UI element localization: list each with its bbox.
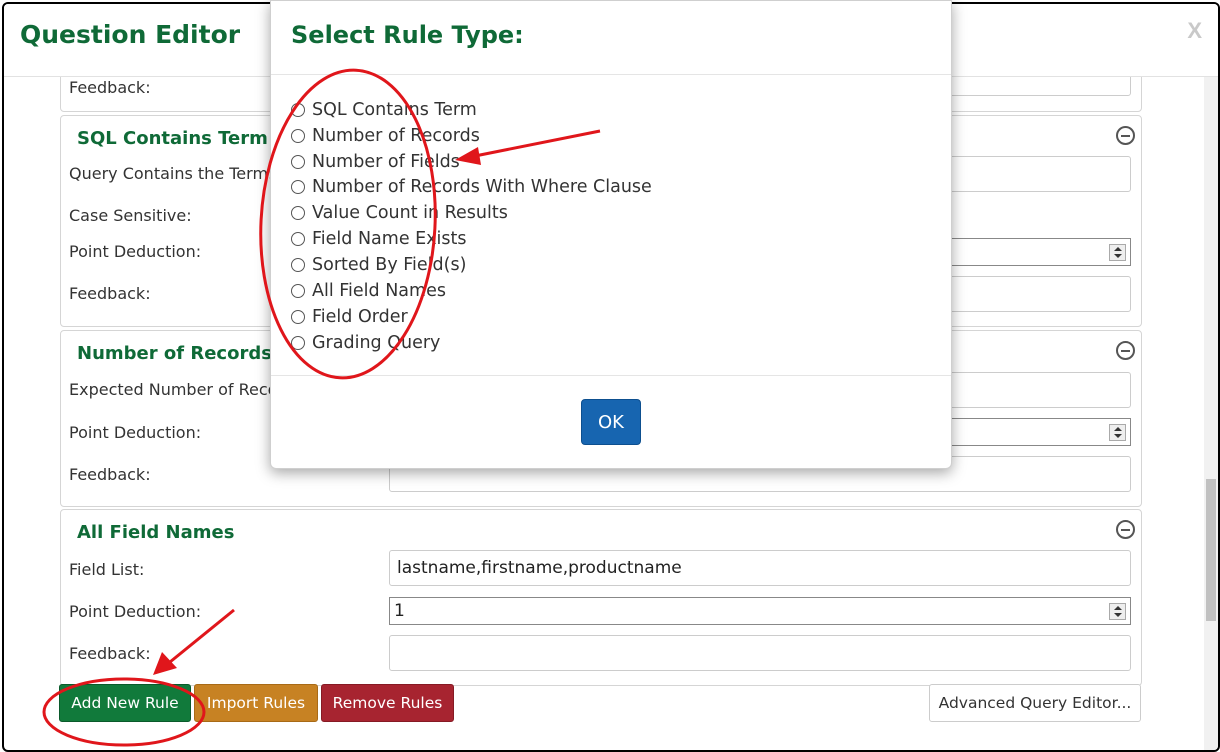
rule-option-sql-contains-term[interactable]: SQL Contains Term — [291, 99, 477, 121]
radio-button[interactable] — [291, 180, 305, 194]
feedback-label: Feedback: — [69, 644, 151, 663]
radio-button[interactable] — [291, 310, 305, 324]
rule-option-number-of-fields[interactable]: Number of Fields — [291, 151, 460, 173]
expected-records-label: Expected Number of Reco — [69, 380, 278, 399]
radio-button[interactable] — [291, 206, 305, 220]
import-rules-button[interactable]: Import Rules — [194, 684, 318, 722]
radio-button[interactable] — [291, 155, 305, 169]
rule-option-grading-query[interactable]: Grading Query — [291, 332, 440, 354]
remove-rules-button[interactable]: Remove Rules — [321, 684, 454, 722]
feedback-label: Feedback: — [69, 284, 151, 303]
radio-button[interactable] — [291, 284, 305, 298]
panel-title: Number of Records — [77, 343, 272, 364]
minus-circle-icon[interactable] — [1116, 126, 1135, 145]
vertical-scrollbar[interactable] — [1204, 77, 1218, 750]
select-rule-type-dialog: Select Rule Type: SQL Contains Term Numb… — [270, 0, 952, 469]
rule-option-value-count[interactable]: Value Count in Results — [291, 202, 508, 224]
point-deduction-label: Point Deduction: — [69, 602, 202, 621]
ok-button[interactable]: OK — [581, 399, 641, 445]
close-icon[interactable]: X — [1187, 18, 1202, 44]
option-label: Number of Records With Where Clause — [312, 177, 652, 197]
divider — [271, 375, 951, 376]
editor-title: Question Editor — [20, 20, 241, 49]
spinner-icon[interactable] — [1109, 603, 1126, 620]
option-label: Value Count in Results — [312, 203, 508, 223]
divider — [271, 74, 951, 75]
advanced-query-editor-button[interactable]: Advanced Query Editor... — [929, 684, 1141, 722]
minus-circle-icon[interactable] — [1116, 520, 1135, 539]
option-label: Field Order — [312, 307, 408, 327]
point-deduction-input[interactable]: 1 — [389, 597, 1131, 625]
point-deduction-label: Point Deduction: — [69, 242, 202, 261]
radio-button[interactable] — [291, 336, 305, 350]
spinner-icon[interactable] — [1109, 244, 1126, 261]
radio-button[interactable] — [291, 258, 305, 272]
field-list-input[interactable]: lastname,firstname,productname — [389, 550, 1131, 586]
panel-title: SQL Contains Term — [77, 128, 268, 149]
rule-option-all-field-names[interactable]: All Field Names — [291, 280, 446, 302]
option-label: Grading Query — [312, 333, 441, 353]
panel-title: All Field Names — [77, 522, 235, 543]
option-label: Sorted By Field(s) — [312, 255, 467, 275]
feedback-label: Feedback: — [69, 465, 151, 484]
field-list-label: Field List: — [69, 560, 145, 579]
rule-panel-all-field-names: All Field Names Field List: lastname,fir… — [60, 509, 1142, 686]
radio-button[interactable] — [291, 232, 305, 246]
case-sensitive-label: Case Sensitive: — [69, 206, 192, 225]
term-label: Query Contains the Term: — [69, 164, 274, 183]
option-label: SQL Contains Term — [312, 100, 477, 120]
rule-option-field-name-exists[interactable]: Field Name Exists — [291, 228, 467, 250]
feedback-input[interactable] — [389, 635, 1131, 671]
point-deduction-label: Point Deduction: — [69, 423, 202, 442]
point-deduction-value: 1 — [394, 601, 405, 621]
rule-option-number-of-records[interactable]: Number of Records — [291, 125, 480, 147]
scrollbar-thumb[interactable] — [1206, 479, 1216, 621]
rule-option-sorted-by-fields[interactable]: Sorted By Field(s) — [291, 254, 466, 276]
rule-option-field-order[interactable]: Field Order — [291, 306, 408, 328]
radio-button[interactable] — [291, 103, 305, 117]
dialog-title: Select Rule Type: — [291, 21, 524, 49]
feedback-label: Feedback: — [69, 78, 151, 97]
add-new-rule-button[interactable]: Add New Rule — [59, 684, 191, 722]
option-label: Number of Records — [312, 126, 480, 146]
option-label: Field Name Exists — [312, 229, 467, 249]
radio-button[interactable] — [291, 129, 305, 143]
option-label: Number of Fields — [312, 152, 460, 172]
minus-circle-icon[interactable] — [1116, 341, 1135, 360]
spinner-icon[interactable] — [1109, 424, 1126, 441]
option-label: All Field Names — [312, 281, 446, 301]
rule-option-records-where-clause[interactable]: Number of Records With Where Clause — [291, 176, 652, 198]
